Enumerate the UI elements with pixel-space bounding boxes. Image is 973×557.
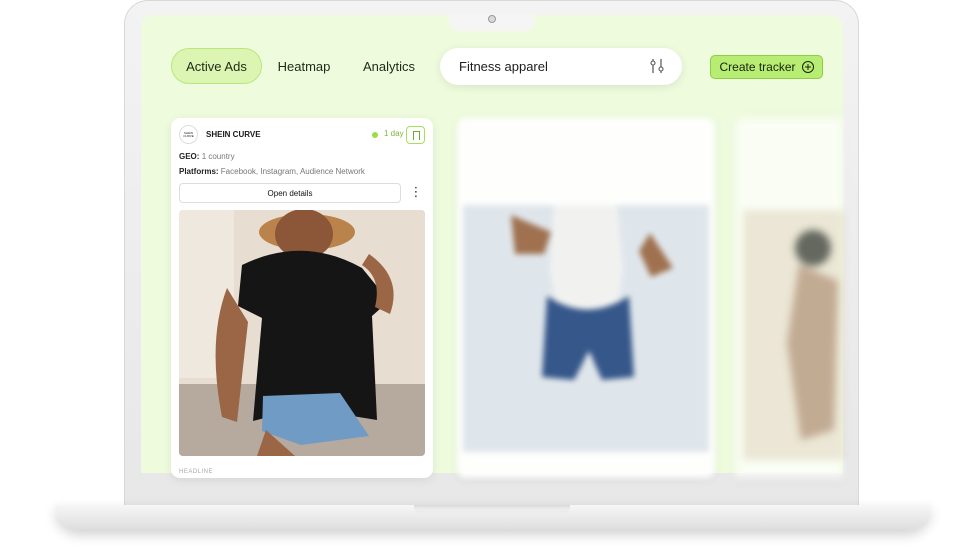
bookmark-icon (413, 131, 420, 140)
platforms-info: Platforms: Facebook, Instagram, Audience… (179, 167, 365, 176)
headline-label: HEADLINE (179, 469, 214, 475)
save-ad-button[interactable] (406, 126, 425, 144)
camera-icon (488, 15, 496, 23)
ad-card: SHEIN CURVE SHEIN CURVE 1 day GEO: 1 cou… (171, 118, 433, 478)
faded-ad-image (743, 210, 843, 460)
brand-logo: SHEIN CURVE (179, 125, 198, 144)
laptop-opening-notch (414, 505, 570, 517)
search-value: Fitness apparel (459, 59, 548, 74)
tab-heatmap[interactable]: Heatmap (274, 48, 334, 84)
create-tracker-button[interactable]: Create tracker (710, 55, 823, 79)
geo-value: 1 country (201, 152, 235, 161)
search-input[interactable]: Fitness apparel (440, 48, 682, 85)
geo-label: GEO: (179, 152, 200, 161)
plus-circle-icon (801, 61, 814, 73)
ad-duration: 1 day (384, 129, 404, 138)
filter-icon[interactable] (649, 58, 665, 74)
open-details-button[interactable]: Open details (179, 183, 401, 203)
create-tracker-label: Create tracker (719, 60, 796, 74)
geo-info: GEO: 1 country (179, 152, 235, 161)
platforms-label: Platforms: (179, 167, 219, 176)
tab-analytics[interactable]: Analytics (359, 48, 419, 84)
ad-image (179, 210, 425, 456)
blurred-ad-card (457, 118, 715, 478)
active-status-dot (372, 132, 378, 138)
tab-active-ads[interactable]: Active Ads (171, 48, 262, 84)
blurred-ad-image (463, 205, 709, 452)
blurred-card-header (463, 127, 693, 139)
advertiser-name: SHEIN CURVE (206, 130, 261, 139)
more-options-button[interactable]: ⋮ (407, 183, 425, 203)
faded-ad-card (735, 118, 843, 478)
platforms-value: Facebook, Instagram, Audience Network (220, 167, 365, 176)
